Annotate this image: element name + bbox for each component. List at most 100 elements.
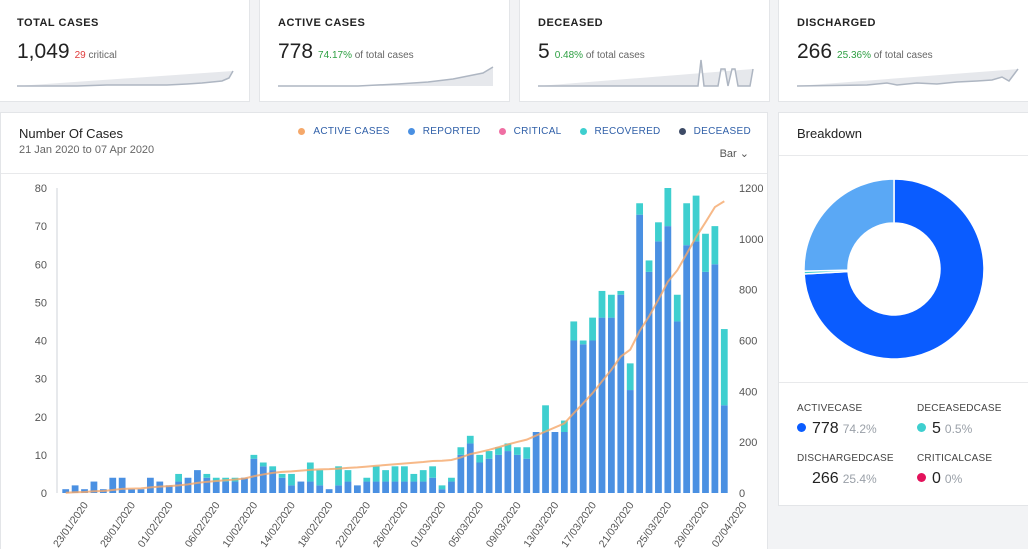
bar-recovered (391, 466, 399, 482)
x-tick-label: 13/03/2020 (521, 500, 561, 549)
x-tick-label: 28/01/2020 (98, 500, 138, 549)
bar-reported (203, 477, 211, 493)
stat-card-total-cases: TOTAL CASES 1,049 29 critical (0, 0, 250, 102)
stat-value: 778 (278, 40, 314, 63)
bar-recovered (429, 466, 437, 478)
stat-label: TOTAL CASES (17, 17, 99, 29)
bar-recovered (269, 466, 277, 471)
bar-recovered (372, 466, 380, 482)
bar-reported (316, 485, 324, 493)
bar-reported (382, 481, 389, 493)
breakdown-divider-top (779, 155, 1028, 156)
bar-recovered (645, 260, 653, 272)
breakdown-label: CRITICALCASE (917, 453, 993, 464)
y-right-tick-label: 400 (739, 386, 757, 398)
bar-recovered (664, 188, 672, 227)
y-left-tick-label: 10 (35, 450, 47, 462)
bar-recovered (636, 203, 644, 215)
line-active-cases (65, 200, 725, 494)
bar-reported (372, 481, 380, 493)
bar-recovered (655, 222, 662, 242)
bar-reported (448, 481, 455, 493)
bar-reported (297, 481, 305, 493)
bar-reported (626, 390, 634, 493)
breakdown-value: 0 (932, 470, 941, 487)
bar-reported (560, 432, 568, 493)
bar-recovered (382, 470, 389, 482)
x-tick-label: 02/04/2020 (710, 500, 750, 549)
bar-recovered (570, 321, 578, 341)
y-right-tick-label: 800 (739, 285, 757, 297)
bar-reported (194, 470, 201, 493)
breakdown-dot (917, 423, 926, 432)
bar-recovered (316, 470, 324, 486)
breakdown-label: DECEASEDCASE (917, 403, 1002, 414)
bar-reported (278, 477, 286, 493)
bar-reported (335, 485, 342, 493)
bar-reported (344, 481, 352, 493)
x-tick-label: 29/03/2020 (672, 500, 712, 549)
bar-recovered (448, 477, 455, 482)
bar-recovered (250, 454, 258, 459)
bar-reported (325, 489, 333, 493)
bar-recovered (278, 473, 286, 478)
stat-value: 1,049 (17, 40, 70, 63)
bar-reported (617, 294, 625, 493)
x-tick-label: 01/03/2020 (409, 500, 449, 549)
bar-recovered (175, 473, 182, 482)
bar-reported (118, 477, 126, 493)
stat-sub-text: of total cases (873, 50, 933, 61)
bar-reported (495, 454, 502, 493)
bar-reported (692, 241, 700, 493)
x-tick-label: 25/03/2020 (634, 500, 674, 549)
y-left-tick-label: 80 (35, 183, 47, 195)
bar-reported (504, 451, 512, 493)
breakdown-label: DISCHARGEDCASE (797, 453, 894, 464)
bar-recovered (608, 294, 615, 318)
bar-reported (457, 454, 465, 493)
bar-reported (128, 489, 135, 493)
bar-reported (410, 481, 418, 493)
bar-reported (438, 489, 446, 493)
bar-reported (532, 432, 540, 493)
bar-reported (175, 481, 182, 493)
stat-card-discharged: DISCHARGED 266 25.36% of total cases (778, 0, 1028, 102)
bar-reported (241, 477, 248, 493)
x-tick-label: 18/02/2020 (296, 500, 336, 549)
bar-reported (363, 481, 371, 493)
stat-card-active-cases: ACTIVE CASES 778 74.17% of total cases (259, 0, 510, 102)
sparkline-active (278, 66, 494, 87)
bar-recovered (419, 470, 427, 482)
bar-reported (259, 466, 267, 493)
bar-recovered (513, 447, 521, 455)
bar-reported (542, 432, 549, 493)
bar-reported (523, 458, 531, 493)
x-tick-label: 14/02/2020 (258, 500, 298, 549)
breakdown-value: 5 (932, 420, 941, 437)
bar-recovered (203, 473, 211, 478)
breakdown-label: ACTIVECASE (797, 403, 863, 414)
x-tick-label: 22/02/2020 (333, 500, 373, 549)
bar-recovered (702, 233, 709, 272)
bar-recovered (306, 462, 314, 482)
bar-reported (711, 264, 719, 493)
y-right-tick-label: 1200 (739, 183, 763, 195)
bar-reported (579, 344, 587, 493)
bar-recovered (579, 340, 587, 345)
stat-sub-text: of total cases (354, 50, 414, 61)
stat-label: DISCHARGED (797, 17, 876, 29)
bar-recovered (476, 454, 484, 463)
bar-reported (673, 321, 681, 493)
bar-reported (353, 485, 361, 493)
y-right-tick-label: 200 (739, 437, 757, 449)
x-tick-label: 21/03/2020 (597, 500, 637, 549)
sparkline-discharged (797, 68, 1019, 87)
bar-reported (598, 317, 606, 493)
breakdown-donut-chart (803, 178, 985, 360)
stat-label: ACTIVE CASES (278, 17, 366, 29)
x-tick-label: 09/03/2020 (484, 500, 524, 549)
critical-label: critical (88, 50, 117, 61)
bar-recovered (485, 451, 493, 459)
bar-reported (212, 481, 220, 493)
y-right-tick-label: 1000 (739, 234, 763, 246)
